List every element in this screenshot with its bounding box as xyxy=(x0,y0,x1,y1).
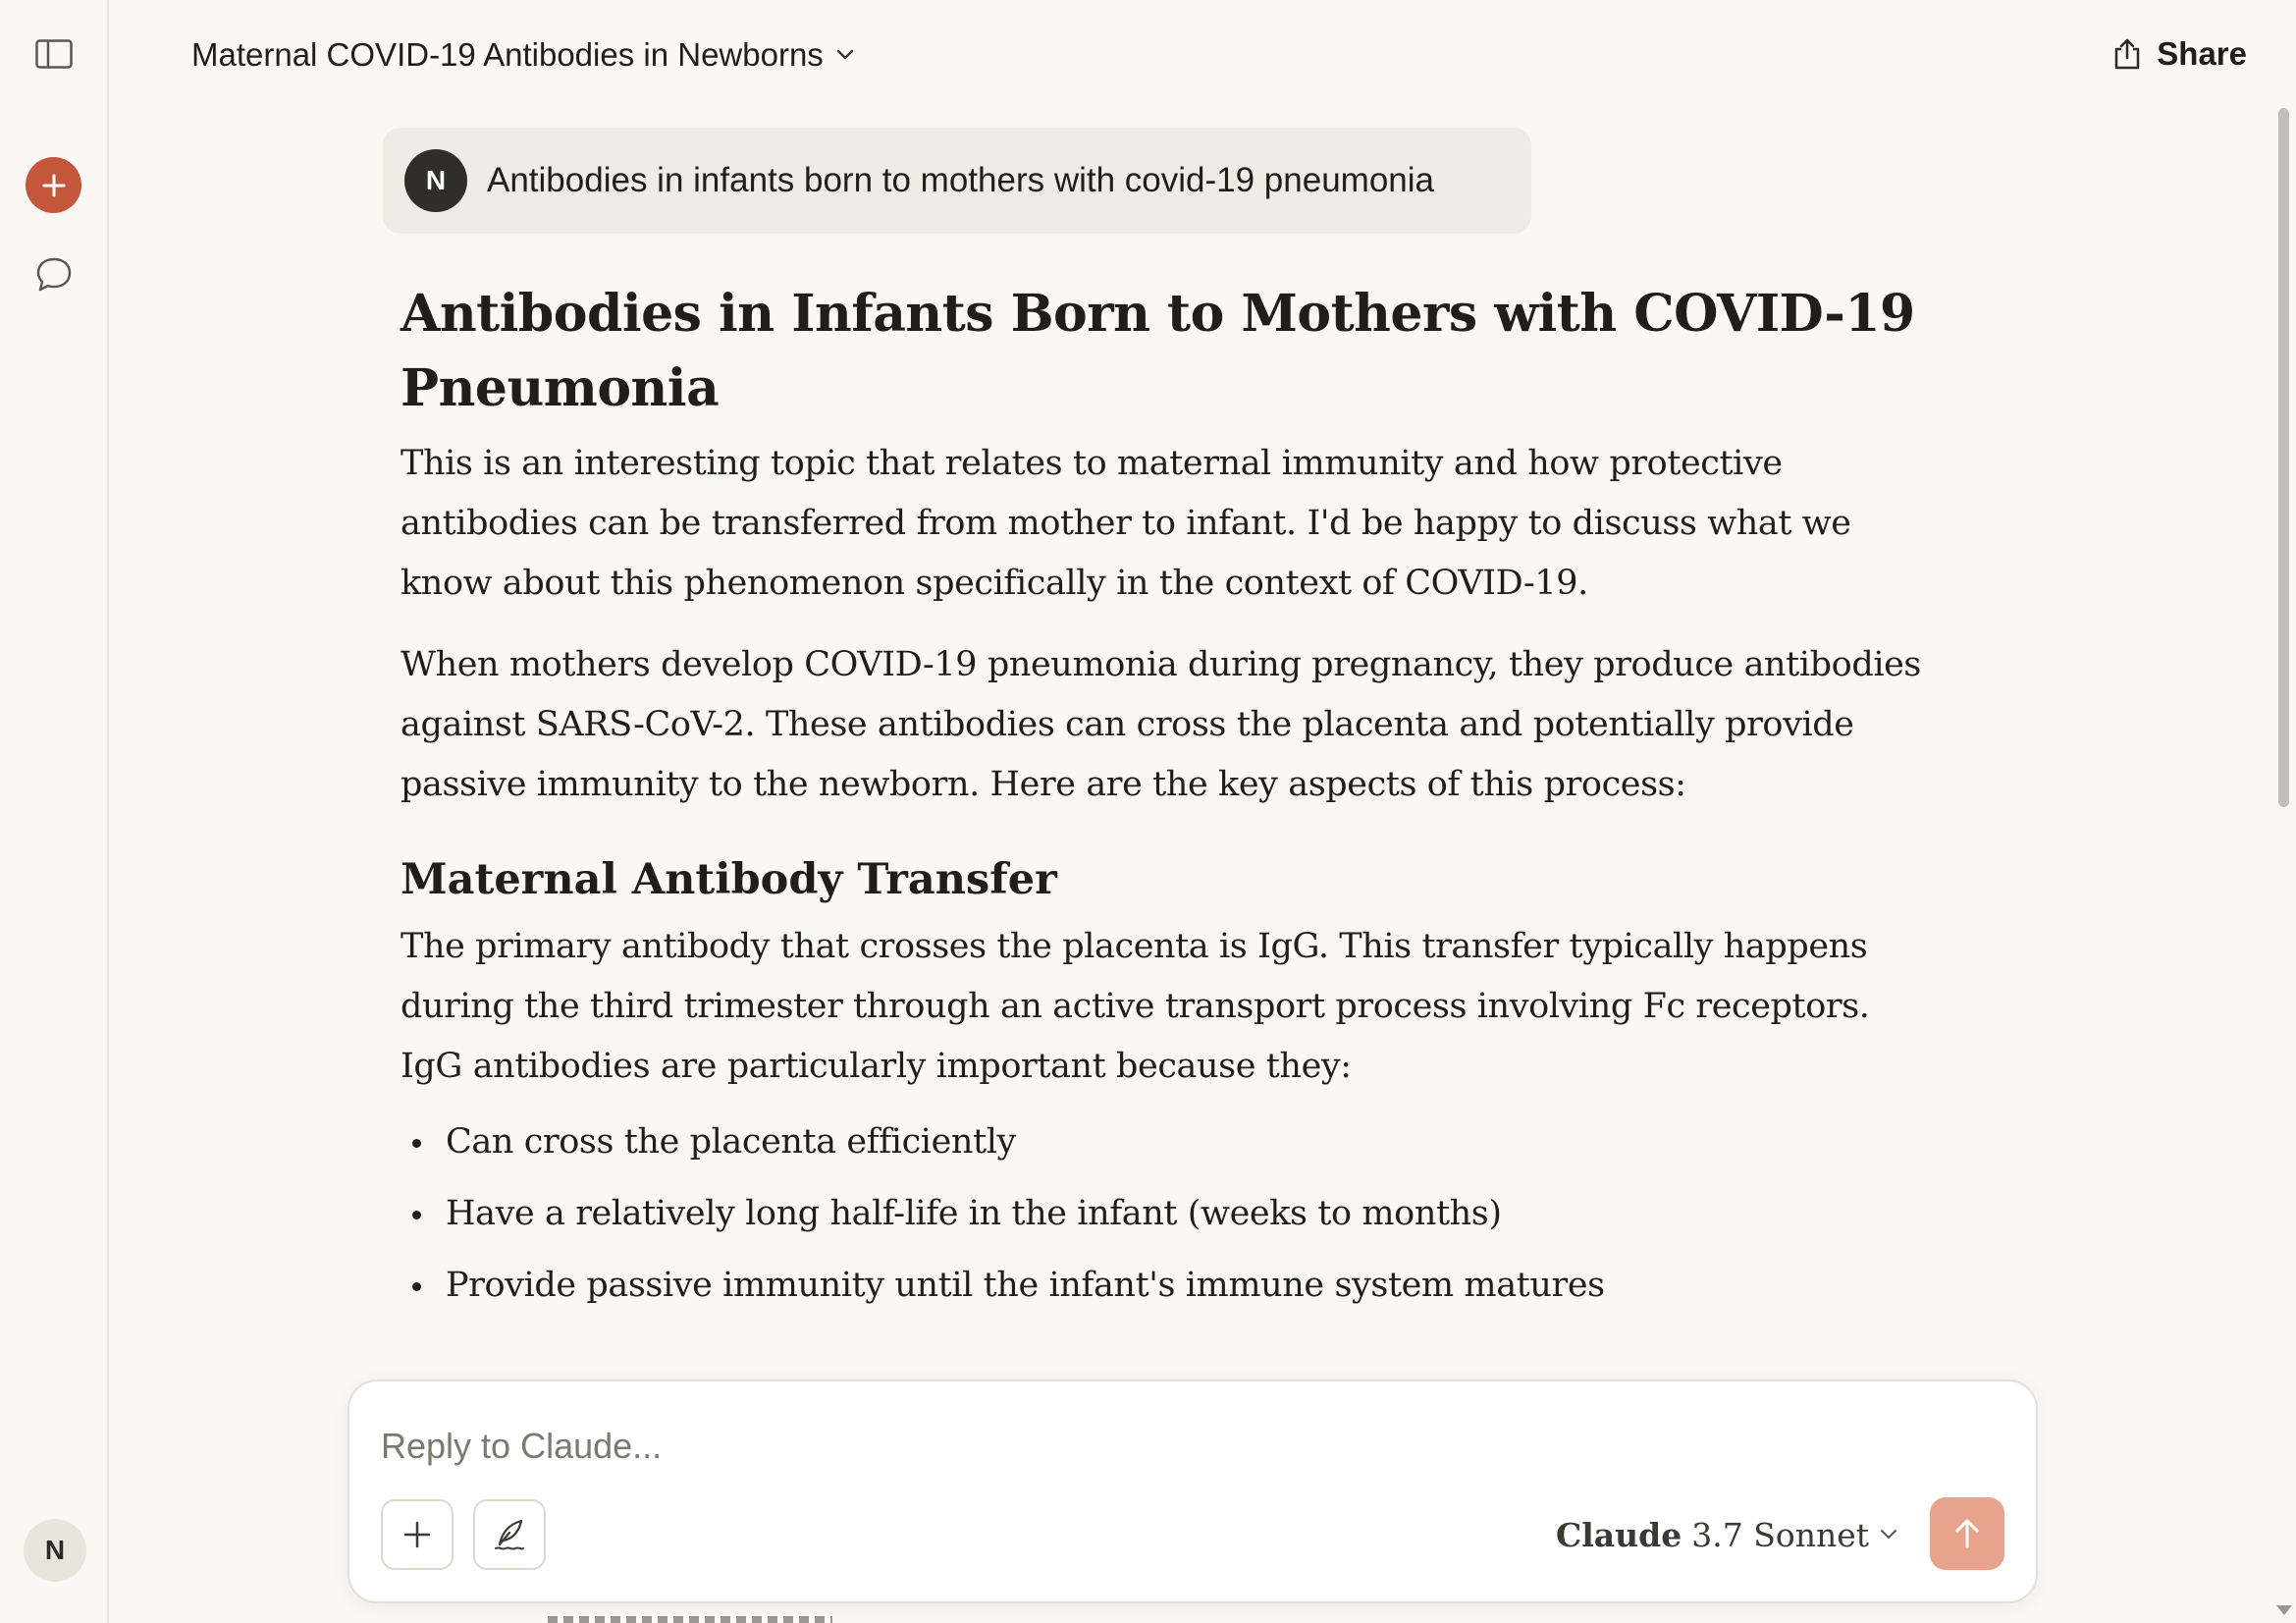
chevron-down-icon xyxy=(836,49,854,60)
chevron-down-icon xyxy=(1881,1530,1896,1539)
plus-icon xyxy=(42,174,65,196)
arrow-up-icon xyxy=(1955,1519,1979,1548)
user-avatar[interactable]: N xyxy=(24,1519,86,1582)
share-label: Share xyxy=(2157,35,2247,72)
assistant-response: Antibodies in Infants Born to Mothers wi… xyxy=(400,277,1942,1322)
scroll-down-arrow-icon[interactable] xyxy=(2276,1605,2292,1615)
bullet-item: Provide passive immunity until the infan… xyxy=(400,1250,1942,1322)
bullet-item: Can cross the placenta efficiently xyxy=(400,1107,1942,1178)
user-message-avatar: N xyxy=(404,149,467,212)
model-version: 3.7 Sonnet xyxy=(1691,1515,1869,1554)
reply-input[interactable] xyxy=(381,1419,1853,1474)
response-subheading: Maternal Antibody Transfer xyxy=(400,855,1057,904)
response-paragraph: This is an interesting topic that relate… xyxy=(400,444,1851,603)
share-button[interactable]: Share xyxy=(2111,29,2247,79)
conversation-title: Maternal COVID-19 Antibodies in Newborns xyxy=(191,36,824,73)
user-message: N Antibodies in infants born to mothers … xyxy=(383,128,1531,234)
scrollbar[interactable] xyxy=(2270,108,2296,1623)
scroll-thumb[interactable] xyxy=(2278,108,2289,807)
response-paragraph: When mothers develop COVID-19 pneumonia … xyxy=(400,645,1921,804)
send-button[interactable] xyxy=(1930,1497,2004,1570)
header: Maternal COVID-19 Antibodies in Newborns… xyxy=(111,0,2296,108)
response-bullet-list: Can cross the placenta efficiently Have … xyxy=(400,1107,1942,1322)
response-paragraph: The primary antibody that crosses the pl… xyxy=(400,927,1870,1086)
user-message-text: Antibodies in infants born to mothers wi… xyxy=(487,161,1434,199)
obscured-text-peek xyxy=(548,1616,832,1623)
style-button[interactable] xyxy=(473,1499,546,1570)
share-icon xyxy=(2115,38,2140,70)
chat-bubble-icon xyxy=(36,257,72,292)
conversation-title-dropdown[interactable]: Maternal COVID-19 Antibodies in Newborns xyxy=(191,31,855,79)
add-attachment-button[interactable] xyxy=(381,1499,454,1570)
model-selector[interactable]: Claude 3.7 Sonnet xyxy=(1556,1509,1898,1560)
quill-icon xyxy=(495,1519,524,1550)
plus-icon xyxy=(403,1521,431,1548)
response-heading: Antibodies in Infants Born to Mothers wi… xyxy=(400,284,1915,418)
reply-composer: Claude 3.7 Sonnet xyxy=(347,1380,2038,1603)
bullet-item: Have a relatively long half-life in the … xyxy=(400,1178,1942,1250)
chats-button[interactable] xyxy=(29,250,79,299)
sidebar-toggle-icon[interactable] xyxy=(29,35,79,73)
new-chat-button[interactable] xyxy=(26,157,81,213)
sidebar: N xyxy=(0,0,109,1623)
model-brand: Claude xyxy=(1556,1515,1682,1554)
